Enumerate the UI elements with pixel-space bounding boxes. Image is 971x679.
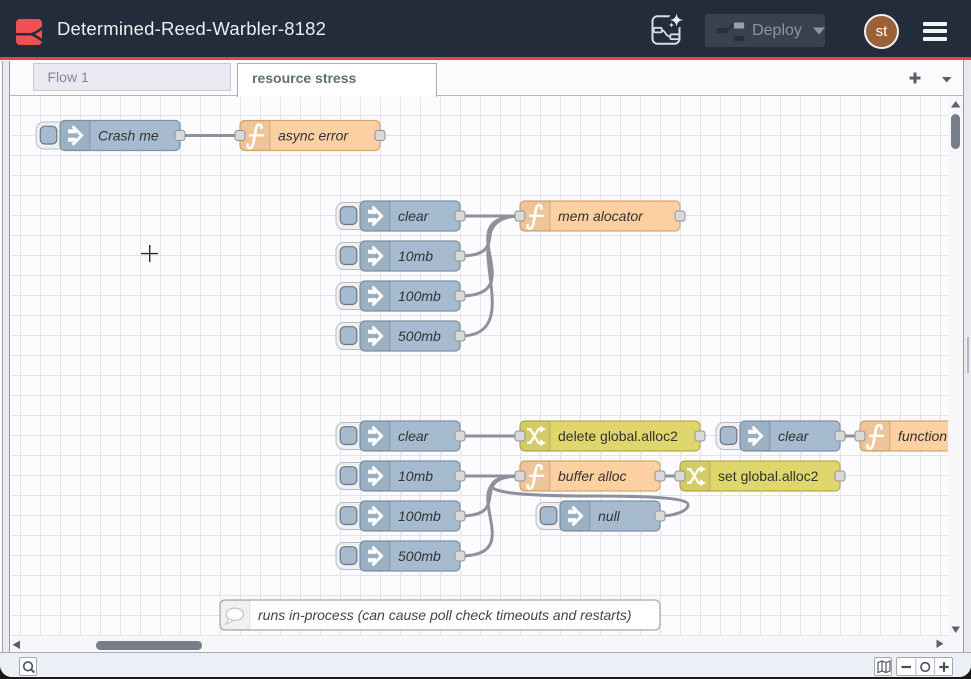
svg-text:10mb: 10mb [398, 468, 433, 484]
svg-text:clear: clear [778, 428, 810, 444]
svg-text:function 1: function 1 [898, 428, 948, 444]
svg-text:async error: async error [278, 128, 349, 144]
svg-text:buffer alloc: buffer alloc [558, 468, 626, 484]
svg-text:500mb: 500mb [398, 548, 441, 564]
svg-text:10mb: 10mb [398, 248, 433, 264]
svg-text:mem alocator: mem alocator [558, 208, 644, 224]
svg-text:500mb: 500mb [398, 328, 441, 344]
svg-text:null: null [598, 508, 621, 524]
svg-text:delete global.alloc2: delete global.alloc2 [558, 428, 678, 444]
svg-text:100mb: 100mb [398, 288, 441, 304]
svg-text:set global.alloc2: set global.alloc2 [718, 468, 819, 484]
svg-text:Crash me: Crash me [98, 128, 159, 144]
svg-text:100mb: 100mb [398, 508, 441, 524]
svg-text:runs in-process (can cause pol: runs in-process (can cause poll check ti… [258, 607, 632, 623]
svg-text:clear: clear [398, 428, 430, 444]
svg-text:clear: clear [398, 208, 430, 224]
